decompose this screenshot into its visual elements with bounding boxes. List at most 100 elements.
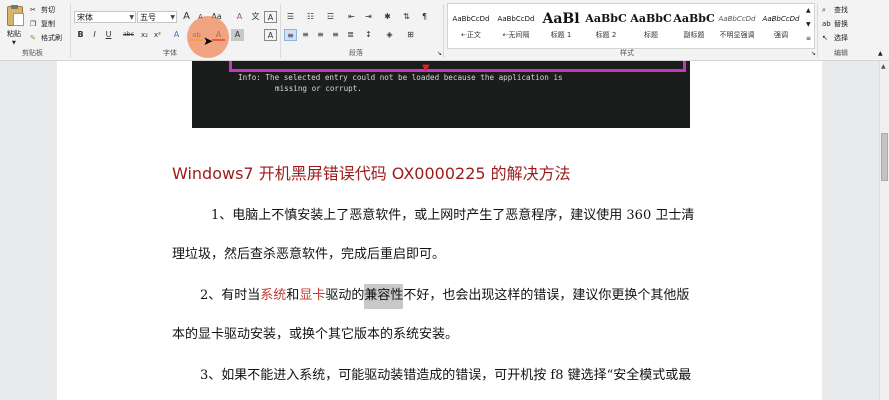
vertical-scrollbar[interactable]: ▲ — [879, 61, 889, 400]
chinese-layout-button[interactable]: ✱ — [381, 11, 394, 23]
find-button[interactable]: ⌕ 查找 — [822, 6, 872, 16]
font-group-label: 字体 — [163, 49, 177, 57]
divider — [70, 4, 71, 58]
style-preview: AaBbCcDd — [497, 15, 535, 23]
divider — [817, 4, 818, 58]
multilevel-list-button[interactable]: ☲ — [324, 11, 337, 23]
replace-label: 替换 — [834, 20, 848, 28]
mouse-pointer-icon: ➤ — [203, 34, 214, 48]
bold-button[interactable]: B — [74, 29, 87, 41]
paste-button[interactable]: 粘贴 ▼ — [4, 4, 26, 46]
selected-text[interactable]: 兼容性 — [364, 284, 404, 309]
phonetic-guide-button[interactable]: 文 — [249, 11, 262, 23]
paragraph-3-line-1: 3、如果不能进入系统，可能驱动装错造成的错误，可开机按 f8 键选择“安全模式或… — [200, 368, 692, 383]
scrollbar-thumb[interactable] — [881, 133, 888, 181]
align-right-button[interactable]: ≡ — [314, 29, 327, 41]
style-preview: AaBbCcDd — [718, 15, 756, 23]
chevron-down-icon: ▼ — [170, 14, 175, 21]
enclose-char-button[interactable]: A — [264, 11, 277, 23]
style-name: ⇠无间隔 — [502, 31, 530, 39]
brush-icon: ✎ — [30, 34, 36, 42]
clear-format-button[interactable]: A — [233, 11, 246, 23]
scroll-up-icon[interactable]: ▲ — [881, 63, 886, 70]
styles-group-label: 样式 — [620, 49, 634, 57]
collapse-ribbon-icon[interactable]: ▲ — [878, 49, 883, 58]
p2-text: 和 — [286, 288, 300, 303]
divider — [280, 4, 281, 58]
style-name: 标题 2 — [595, 31, 617, 39]
line-spacing-button[interactable]: ↕ — [362, 29, 375, 41]
gallery-down-icon[interactable]: ▼ — [806, 20, 811, 29]
paragraph-group-label: 段落 — [349, 49, 363, 57]
dialog-launcher-icon[interactable]: ↘ — [811, 49, 816, 58]
font-size-value: 五号 — [140, 13, 156, 22]
embedded-screenshot: ▼ Info: The selected entry could not be … — [192, 61, 690, 128]
justify-button[interactable]: ≡ — [329, 29, 342, 41]
style-normal[interactable]: AaBbCcDd ⇠正文 — [450, 6, 492, 44]
cut-button[interactable]: ✂ 剪切 — [30, 6, 60, 16]
search-icon: ⌕ — [822, 6, 826, 14]
style-no-spacing[interactable]: AaBbCcDd ⇠无间隔 — [495, 6, 537, 44]
p2-text: 驱动的 — [325, 288, 365, 303]
clipboard-group-label: 剪贴板 — [22, 49, 43, 57]
style-heading-2[interactable]: AaBbC 标题 2 — [585, 6, 627, 44]
p2-text: 2、有时当 — [200, 288, 261, 303]
italic-button[interactable]: I — [88, 29, 101, 41]
red-text: 显卡 — [299, 288, 326, 303]
format-painter-button[interactable]: ✎ 格式刷 — [30, 34, 68, 44]
style-heading-1[interactable]: AaBl 标题 1 — [540, 6, 582, 44]
decrease-indent-button[interactable]: ⇤ — [345, 11, 358, 23]
style-preview: AaBbC — [673, 12, 715, 25]
chevron-down-icon: ▼ — [12, 40, 16, 46]
copy-label: 复制 — [41, 20, 55, 28]
replace-button[interactable]: ab 替换 — [822, 20, 872, 30]
copy-button[interactable]: ❐ 复制 — [30, 20, 60, 30]
distributed-button[interactable]: ≣ — [344, 29, 357, 41]
p2-text: 不好，也会出现这样的错误，建议你更换个其他版 — [403, 288, 690, 303]
style-name: 不明显强调 — [719, 31, 755, 39]
divider — [443, 4, 444, 58]
style-subtle-emphasis[interactable]: AaBbCcDd 不明显强调 — [716, 6, 758, 44]
align-left-button[interactable]: ≡ — [284, 29, 297, 41]
dialog-launcher-icon[interactable]: ↘ — [437, 49, 442, 58]
screenshot-line-1: Info: The selected entry could not be lo… — [238, 73, 563, 82]
style-name: 副标题 — [683, 31, 705, 39]
text-effects-button[interactable]: A — [170, 29, 183, 41]
format-painter-label: 格式刷 — [41, 34, 62, 42]
style-preview: AaBbC — [630, 12, 672, 25]
borders-button[interactable]: ⊞ — [404, 29, 417, 41]
paragraph-2-line-1: 2、有时当系统和显卡驱动的兼容性不好，也会出现这样的错误，建议你更换个其他版 — [200, 284, 690, 309]
bullets-button[interactable]: ☰ — [284, 11, 297, 23]
subscript-button[interactable]: x₂ — [138, 29, 151, 41]
style-emphasis[interactable]: AaBbCcDd 强调 — [760, 6, 802, 44]
style-subtitle[interactable]: AaBbC 副标题 — [673, 6, 715, 44]
style-title[interactable]: AaBbC 标题 — [630, 6, 672, 44]
grow-font-button[interactable]: A — [180, 11, 193, 23]
paragraph-1-line-2: 理垃圾，然后查杀恶意软件，完成后重启即可。 — [172, 247, 446, 262]
numbering-button[interactable]: ☷ — [304, 11, 317, 23]
style-name: 标题 — [644, 31, 658, 39]
font-name-select[interactable]: 宋体 ▼ — [74, 11, 136, 23]
font-size-select[interactable]: 五号 ▼ — [137, 11, 177, 23]
clipboard-icon — [7, 5, 24, 26]
copy-icon: ❐ — [30, 20, 37, 28]
chevron-down-icon: ▼ — [129, 14, 134, 21]
shading-button[interactable]: ◈ — [383, 29, 396, 41]
sort-button[interactable]: ⇅ — [400, 11, 413, 23]
align-center-button[interactable]: ≡ — [299, 29, 312, 41]
underline-button[interactable]: U — [102, 29, 115, 41]
style-preview: AaBbCcDd — [452, 15, 490, 23]
increase-indent-button[interactable]: ⇥ — [362, 11, 375, 23]
strikethrough-button[interactable]: abc — [120, 29, 137, 41]
gallery-up-icon[interactable]: ▲ — [806, 6, 811, 15]
style-name: ⇠正文 — [461, 31, 481, 39]
style-preview: AaBl — [542, 11, 580, 27]
char-shading-button[interactable]: A — [231, 29, 244, 41]
show-marks-button[interactable]: ¶ — [418, 11, 431, 23]
style-name: 强调 — [774, 31, 788, 39]
char-border-button[interactable]: A — [264, 29, 277, 41]
gallery-more-icon[interactable]: ≡ — [806, 34, 811, 43]
style-preview: AaBbC — [585, 12, 627, 25]
select-button[interactable]: ↖ 选择 — [822, 34, 872, 44]
superscript-button[interactable]: x² — [151, 29, 164, 41]
